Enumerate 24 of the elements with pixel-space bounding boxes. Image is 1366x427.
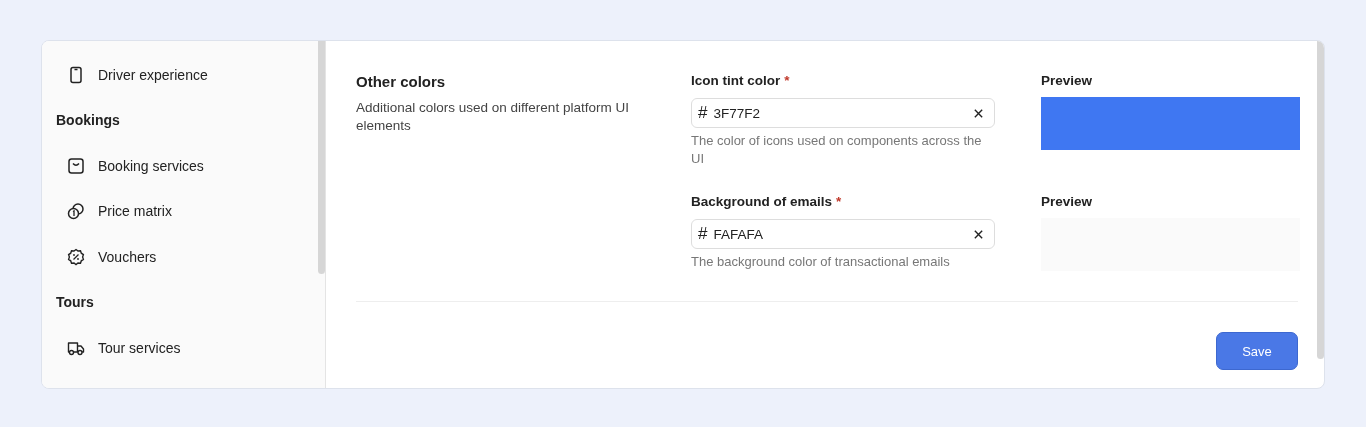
sidebar-item[interactable]: Tour services (56, 325, 305, 371)
color-input-field[interactable]: # 3F77F2 (691, 98, 995, 128)
required-asterisk: * (784, 73, 790, 88)
sidebar-heading: Tours (56, 293, 95, 313)
field-value: 3F77F2 (713, 105, 761, 121)
field-hint: The background color of transactional emails (691, 253, 951, 271)
field-hint: The color of icons used on components across the UI (691, 132, 983, 168)
hash-prefix: # (698, 224, 708, 244)
required-asterisk: * (836, 194, 842, 209)
section-title: Other colors (356, 73, 447, 90)
sidebar-heading: Bookings (56, 111, 121, 131)
save-button[interactable]: Save (1216, 332, 1298, 370)
field-label: Background of emails (691, 194, 833, 209)
sidebar-item[interactable]: Vouchers (56, 234, 305, 280)
preview-label: Preview (1041, 194, 1094, 211)
sidebar-item[interactable]: Price matrix (56, 188, 305, 234)
hash-prefix: # (698, 103, 708, 123)
field-label: Icon tint color (691, 73, 781, 88)
preview-label: Preview (1041, 73, 1094, 90)
sidebar-item[interactable]: Booking services (56, 143, 305, 189)
field-value: FAFAFA (713, 226, 764, 242)
color-input-field[interactable]: # FAFAFA (691, 219, 995, 249)
section-description: Additional colors used on different platform UI elements (356, 99, 630, 135)
sidebar-item[interactable]: Driver experience (56, 52, 305, 98)
